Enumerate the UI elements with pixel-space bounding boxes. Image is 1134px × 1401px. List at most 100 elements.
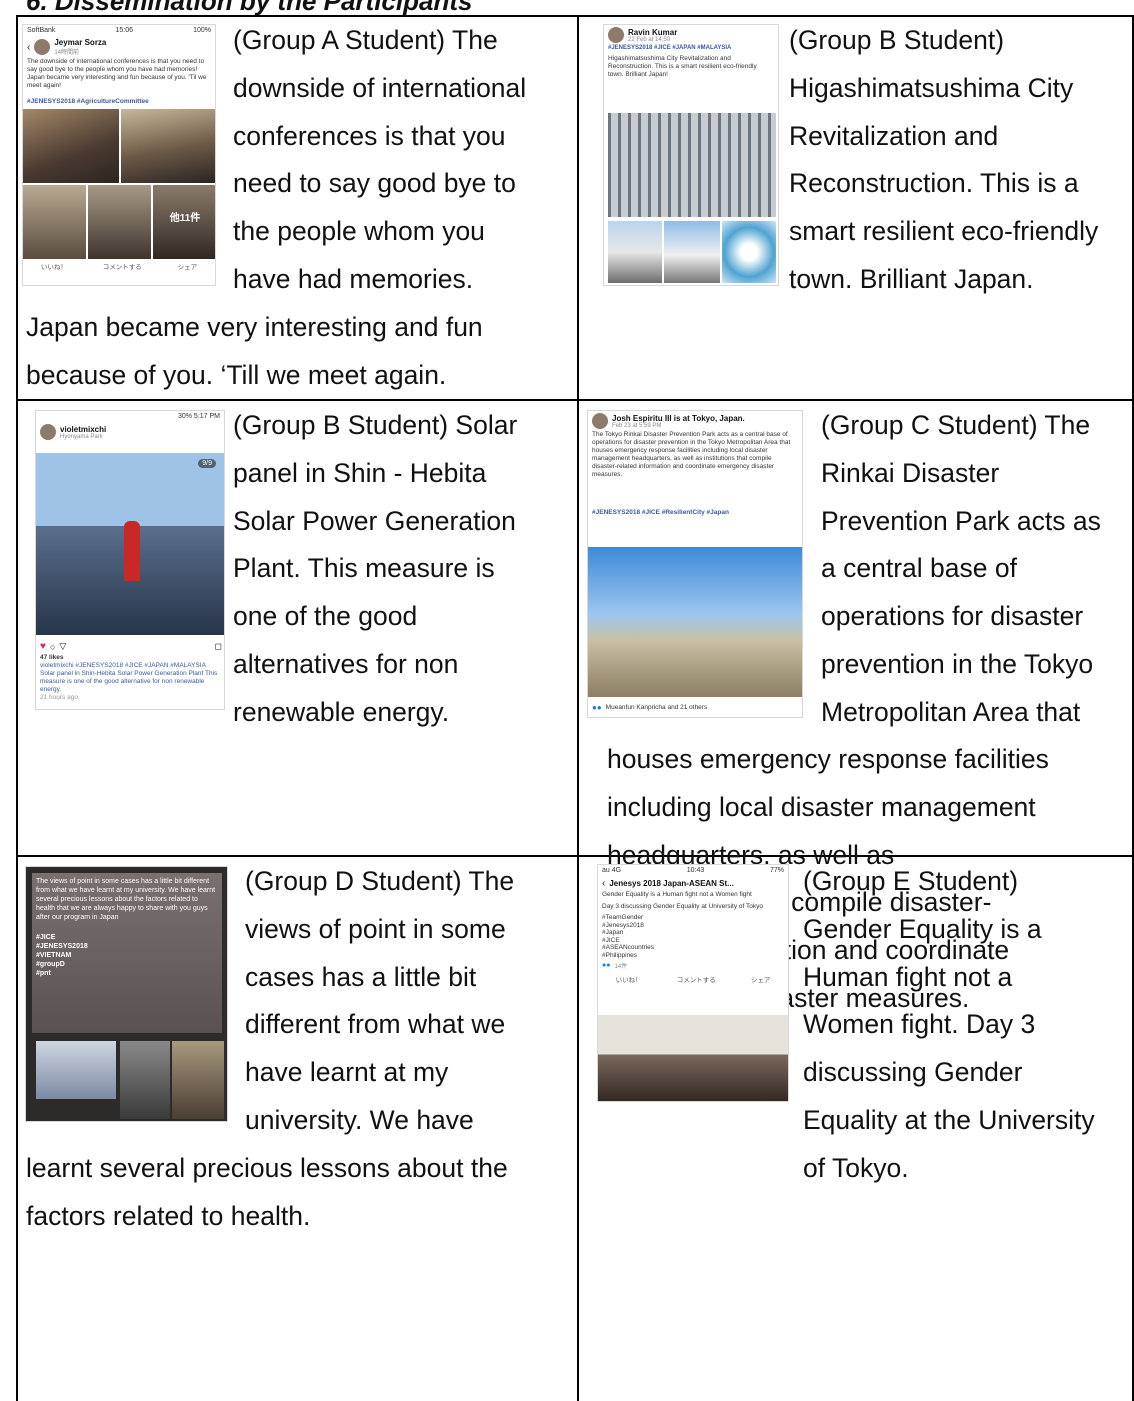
post-line-1: Gender Equality is a Human fight not a W… — [602, 891, 752, 898]
table-border-left — [16, 15, 18, 1401]
photo-town-3 — [722, 221, 776, 283]
reaction-names: Mueanfun Kanpricha and 21 others — [605, 703, 708, 711]
text-line: (Group B Student) Solar — [233, 410, 518, 440]
reaction-icon: ●● — [592, 703, 602, 712]
text-line: cases has a little bit — [245, 961, 477, 992]
hashtag: #JICE — [602, 936, 620, 944]
facebook-post-screenshot-group-a: SoftBank 15:06 100% ‹ Jeymar Sorza 14時間前 The… — [22, 24, 216, 286]
post-caption: The downside of international conference… — [27, 58, 207, 89]
text-line: learnt several precious lessons about th… — [26, 1153, 508, 1183]
cell-b-text: (Group B Student) Higashimatsushima City… — [789, 17, 1134, 304]
avatar — [592, 413, 608, 429]
carousel-counter: 9/9 — [198, 459, 216, 468]
post-author: Josh Espiritu III is at Tokyo, Japan. — [612, 413, 745, 423]
text-line: Metropolitan Area that — [821, 696, 1081, 727]
photo-group-selfie — [23, 109, 119, 183]
cell-c-text: (Group B Student) Solar panel in Shin - … — [233, 402, 563, 737]
share-button: シェア — [750, 977, 771, 984]
text-line: factors related to health. — [26, 1200, 311, 1231]
heart-icon: ♥ — [40, 641, 46, 652]
cell-a-text-full: Japan became very interesting and fun be… — [26, 304, 562, 400]
carrier-label: SoftBank — [27, 27, 56, 34]
photo-lecture-screen — [36, 1041, 116, 1099]
cell-d-text-right: (Group C Student) The Rinkai Disaster Pr… — [821, 402, 1131, 737]
status-label: 30% 5:17 PM — [177, 413, 220, 420]
slide-hashtag: #JICE — [36, 934, 56, 941]
slide-hashtag: #pnt — [36, 970, 51, 977]
text-line: different from what we — [245, 1009, 506, 1040]
text-line: have learnt at my — [245, 1057, 449, 1088]
text-line: because of you. ‘Till we meet again. — [26, 359, 447, 390]
text-line: renewable energy. — [233, 696, 450, 727]
text-line: one of the good — [233, 601, 418, 632]
post-author: violetmixchi — [60, 424, 107, 434]
text-line: Plant. This measure is — [233, 553, 495, 584]
text-line: of Tokyo. — [803, 1152, 909, 1183]
back-chevron-icon: ‹ — [602, 878, 606, 889]
text-line: (Group E Student) — [803, 866, 1019, 896]
like-button: いいね！ — [40, 264, 67, 271]
post-time: 21 hours ago — [40, 694, 78, 701]
hashtag: #Japan — [602, 929, 624, 936]
avatar — [608, 27, 624, 43]
text-line: the people whom you — [233, 216, 485, 247]
text-line: (Group B Student) — [789, 25, 1005, 55]
avatar — [40, 424, 56, 440]
text-line: alternatives for non — [233, 648, 459, 679]
text-line: a central base of — [821, 553, 1017, 584]
text-line: including local disaster management — [607, 791, 1036, 822]
photo-town-1 — [608, 221, 662, 283]
hashtag: #ASEANcountries — [602, 944, 655, 951]
battery-label: 100% — [193, 27, 211, 34]
photo-collage: 他11件 — [23, 109, 215, 259]
text-line: Gender Equality is a — [803, 913, 1042, 944]
text-line: Human fight not a — [803, 961, 1013, 992]
text-line: Prevention Park acts as — [821, 505, 1101, 536]
text-line: Rinkai Disaster — [821, 457, 1000, 488]
comment-button: コメントする — [102, 264, 142, 271]
table-column-divider — [577, 15, 579, 1401]
projected-slide: The views of point in some cases has a l… — [32, 873, 222, 1033]
photo-solar-field — [608, 113, 776, 217]
text-line: Reconstruction. This is a — [789, 168, 1079, 199]
battery-label: 77% — [769, 867, 784, 874]
photo-friends-2 — [88, 185, 151, 259]
facebook-post-screenshot-group-b: Ravin Kumar 22 Feb at 14:50 #JENESYS2018 … — [603, 24, 779, 286]
post-location: Hyonyama Park — [60, 433, 103, 440]
more-photos-count: 他11件 — [169, 213, 201, 224]
post-date: 14時間前 — [54, 50, 80, 56]
photo-gender-equality-group — [598, 1015, 788, 1101]
clock-label: 15:06 — [115, 27, 134, 34]
cell-e-text-right: (Group D Student) The views of point in … — [245, 858, 563, 1145]
photo-two-students — [121, 109, 215, 183]
photo-friends-1 — [23, 185, 86, 259]
text-line: smart resilient eco-friendly — [789, 216, 1099, 247]
text-line: have had memories. — [233, 263, 474, 294]
comment-icon: ○ — [49, 641, 56, 652]
clock-label: 10:43 — [686, 867, 705, 874]
comment-button: コメントする — [676, 977, 716, 984]
text-line: town. Brilliant Japan. — [789, 263, 1034, 294]
text-line: operations for disaster — [821, 601, 1084, 632]
text-line: Equality at the University — [803, 1104, 1095, 1135]
text-line: Higashimatsushima City — [789, 72, 1074, 103]
post-line-2: Day 3 discussing Gender Equality at Univ… — [602, 903, 764, 910]
post-hashtags: #JENESYS2018 #JICE #ResilientCity #Japan — [592, 509, 729, 516]
like-count: 47 likes — [40, 654, 64, 661]
post-author: Ravin Kumar — [628, 27, 678, 37]
text-line: university. We have — [245, 1104, 474, 1135]
post-caption: Higashimatsushima City Revitalization an… — [608, 55, 757, 78]
text-line: views of point in some — [245, 913, 506, 944]
send-icon: ▽ — [59, 641, 67, 651]
reaction-icon: ●● — [602, 962, 611, 969]
group-title: Jenesys 2018 Japan-ASEAN St... — [609, 879, 734, 888]
post-caption: The Tokyo Rinkai Disaster Prevention Par… — [592, 431, 791, 478]
slide-caption: The views of point in some cases has a l… — [36, 878, 216, 921]
slide-hashtag: #groupD — [36, 961, 65, 968]
photo-group-pose — [172, 1041, 224, 1119]
text-line: discussing Gender — [803, 1057, 1023, 1088]
text-line: need to say good bye to — [233, 168, 516, 199]
post-hashtags: #JENESYS2018 #AgricultureCommittee — [27, 98, 149, 105]
slide-photo-group-d: The views of point in some cases has a l… — [25, 866, 228, 1122]
text-line: prevention in the Tokyo — [821, 648, 1094, 679]
